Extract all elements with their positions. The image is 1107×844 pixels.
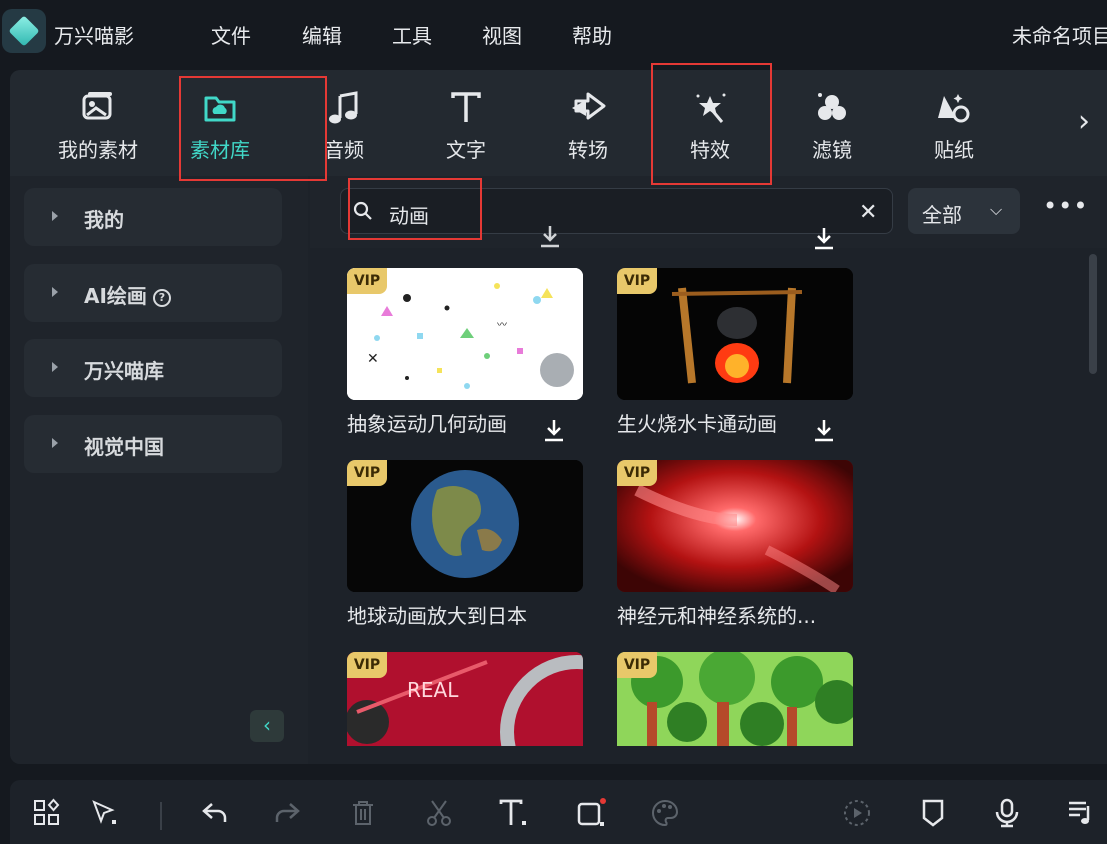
vip-badge: VIP xyxy=(347,268,387,294)
vip-badge: VIP xyxy=(617,460,657,486)
caret-right-icon xyxy=(52,211,58,221)
menu-view[interactable]: 视图 xyxy=(482,20,522,49)
transition-arrows-icon xyxy=(572,92,606,120)
annotation-box xyxy=(651,63,772,185)
caret-right-icon xyxy=(52,287,58,297)
redo-icon[interactable] xyxy=(272,798,302,828)
render-preview-icon[interactable] xyxy=(842,798,872,828)
media-panel: 我的素材 素材库 音频 文字 转场 特效 滤镜 贴纸 › 我的 AI绘画 ? 万… xyxy=(10,70,1107,764)
sidebar: 我的 AI绘画? 万兴喵库 视觉中国 ‹ xyxy=(10,176,308,764)
tab-label: 文字 xyxy=(446,138,486,162)
collapse-sidebar-button[interactable]: ‹ xyxy=(250,710,284,742)
tab-stickers[interactable]: 贴纸 xyxy=(904,70,1004,176)
filter-label: 全部 xyxy=(922,203,962,227)
download-icon[interactable] xyxy=(809,416,839,446)
close-icon[interactable]: ✕ xyxy=(859,200,877,225)
vip-badge: VIP xyxy=(617,652,657,678)
chevron-right-icon[interactable]: › xyxy=(1078,104,1090,139)
filter-dropdown[interactable]: 全部 ⌵ xyxy=(908,188,1020,234)
filter-circles-icon xyxy=(818,93,846,120)
annotation-box xyxy=(179,76,327,181)
cut-icon[interactable] xyxy=(424,798,454,828)
my-media-icon xyxy=(82,92,112,120)
sidebar-item-label: 我的 xyxy=(84,208,124,232)
download-icon[interactable] xyxy=(539,416,569,446)
tab-text[interactable]: 文字 xyxy=(416,70,516,176)
result-title: 生火烧水卡通动画 xyxy=(617,412,777,436)
marker-icon[interactable] xyxy=(918,798,948,828)
vip-badge: VIP xyxy=(347,460,387,486)
title-bar: 万兴喵影 文件 编辑 工具 视图 帮助 未命名项目 xyxy=(0,0,1107,64)
music-note-icon xyxy=(329,91,358,124)
caret-right-icon xyxy=(52,362,58,372)
project-name[interactable]: 未命名项目 xyxy=(1012,20,1107,49)
select-pointer-icon[interactable] xyxy=(90,798,120,828)
tab-filters[interactable]: 滤镜 xyxy=(782,70,882,176)
menu-file[interactable]: 文件 xyxy=(211,20,251,49)
divider xyxy=(160,802,162,830)
audio-list-icon[interactable] xyxy=(1066,798,1096,828)
caret-right-icon xyxy=(52,438,58,448)
help-icon[interactable]: ? xyxy=(152,289,171,307)
vip-badge: VIP xyxy=(617,268,657,294)
sidebar-item-label-wrap: AI绘画? xyxy=(84,280,171,309)
menu-edit[interactable]: 编辑 xyxy=(302,20,342,49)
tab-my-media[interactable]: 我的素材 xyxy=(48,70,148,176)
result-title: 抽象运动几何动画 xyxy=(347,412,507,436)
app-name: 万兴喵影 xyxy=(54,24,134,48)
annotation-box xyxy=(348,178,482,240)
sidebar-item-mine[interactable]: 我的 xyxy=(24,188,282,246)
sidebar-item-label: 视觉中国 xyxy=(84,435,164,459)
chevron-down-icon: ⌵ xyxy=(990,200,1003,219)
svg-text:✕: ✕ xyxy=(367,351,379,367)
sidebar-item-ai-painting[interactable]: AI绘画? xyxy=(24,264,282,322)
layout-icon[interactable] xyxy=(32,798,62,828)
thumbnail-text: REAL xyxy=(407,678,459,702)
undo-icon[interactable] xyxy=(200,798,230,828)
tab-label: 滤镜 xyxy=(812,138,852,162)
color-palette-icon[interactable] xyxy=(650,798,680,828)
download-icon[interactable] xyxy=(535,222,565,252)
vip-badge: VIP xyxy=(347,652,387,678)
sidebar-item-label: AI绘画 xyxy=(84,284,147,308)
microphone-icon[interactable] xyxy=(992,798,1022,828)
sticker-icon xyxy=(938,94,970,123)
svg-text:〰: 〰 xyxy=(497,320,507,331)
sidebar-item-visual-china[interactable]: 视觉中国 xyxy=(24,415,282,473)
menu-help[interactable]: 帮助 xyxy=(572,20,612,49)
crop-icon[interactable] xyxy=(576,798,606,828)
media-toolbar: 我的素材 素材库 音频 文字 转场 特效 滤镜 贴纸 › xyxy=(10,70,1107,176)
result-title: 地球动画放大到日本 xyxy=(347,604,527,628)
edit-toolbar xyxy=(10,780,1107,844)
sidebar-item-label: 万兴喵库 xyxy=(84,359,164,383)
tab-label: 贴纸 xyxy=(934,138,974,162)
more-options-icon[interactable]: ••• xyxy=(1043,192,1088,220)
tab-label: 我的素材 xyxy=(58,138,138,162)
delete-icon[interactable] xyxy=(348,798,378,828)
result-title: 神经元和神经系统的... xyxy=(617,604,817,628)
sidebar-item-wondershare-library[interactable]: 万兴喵库 xyxy=(24,339,282,397)
tab-label: 转场 xyxy=(568,138,608,162)
download-icon[interactable] xyxy=(809,224,839,254)
text-icon[interactable] xyxy=(498,798,528,828)
app-logo xyxy=(2,9,46,53)
tab-transition[interactable]: 转场 xyxy=(538,70,638,176)
scrollbar[interactable] xyxy=(1089,254,1097,374)
menu-tools[interactable]: 工具 xyxy=(392,20,432,49)
text-t-icon xyxy=(451,92,481,122)
